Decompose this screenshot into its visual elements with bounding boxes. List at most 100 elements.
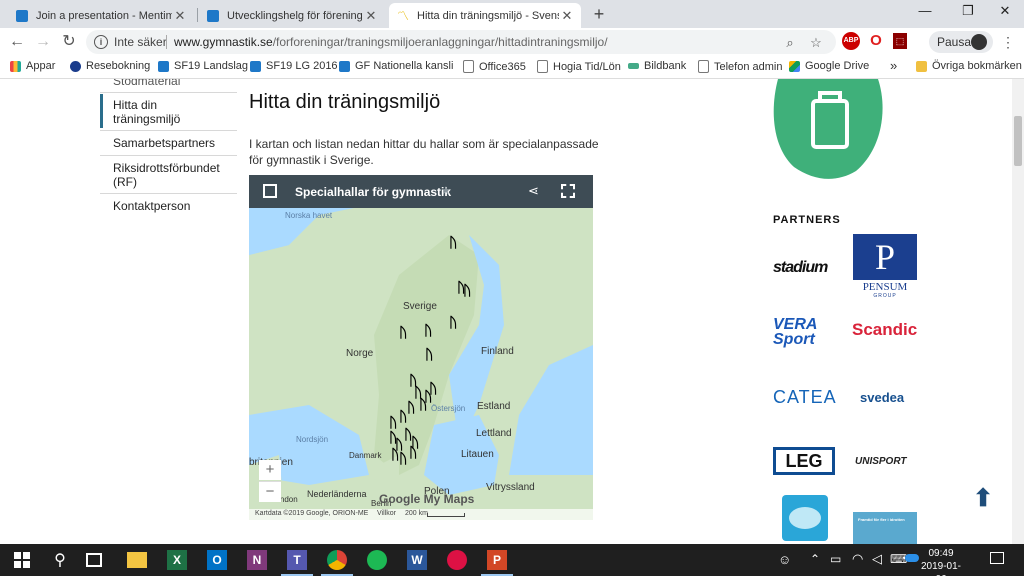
address-bar[interactable]: i Inte säker www.gymnastik.se/forforenin… [86, 30, 836, 54]
bookmark-telefon-admin[interactable]: Telefon admin [698, 60, 783, 73]
gymnast-map-marker-icon[interactable]: ᚢ [429, 381, 437, 395]
word-icon[interactable]: W [407, 550, 427, 570]
battery-icon[interactable]: ▭ [830, 552, 841, 566]
gymnast-map-marker-icon[interactable]: ᚢ [399, 451, 407, 465]
green-bag-badge[interactable] [770, 79, 886, 179]
taskbar-clock[interactable]: 09:49 2019-01-06 [916, 547, 966, 586]
scrollbar-thumb[interactable] [1014, 116, 1022, 166]
wifi-icon[interactable]: ◠ [852, 551, 863, 567]
close-tab-icon[interactable]: ✕ [559, 8, 575, 24]
volume-icon[interactable]: ◁ [872, 551, 882, 567]
map-zoom-out-button[interactable]: − [259, 481, 281, 502]
profile-button[interactable]: Pausad [929, 31, 993, 53]
new-tab-button[interactable]: + [588, 3, 610, 25]
tab-hitta-din-traningsmiljo[interactable]: 〽 Hitta din träningsmiljö - Svenska ✕ [389, 3, 581, 28]
framtid-partner-logo[interactable]: Framtid för fler i idrotten [853, 512, 917, 544]
powerpoint-icon[interactable]: P [481, 550, 513, 576]
sidebar-item-stodmaterial[interactable]: Stödmaterial [113, 79, 180, 88]
gymnast-map-marker-icon[interactable]: ᚢ [399, 325, 407, 339]
bookmark-office365[interactable]: Office365 [463, 60, 526, 73]
gymnast-map-marker-icon[interactable]: ᚢ [463, 283, 471, 297]
close-tab-icon[interactable]: ✕ [363, 8, 379, 24]
tab-mentimeter[interactable]: Join a presentation - Mentimeter ✕ [8, 3, 194, 28]
catea-logo[interactable]: CATEA [773, 387, 837, 408]
more-bookmarks-button[interactable]: » [890, 58, 897, 73]
embedded-map[interactable]: ᚢᚢᚢᚢᚢᚢᚢᚢᚢᚢᚢᚢᚢᚢᚢᚢᚢᚢᚢᚢᚢᚢ Specialhallar för… [249, 175, 593, 520]
app-icon[interactable] [447, 550, 467, 570]
outlook-icon[interactable]: O [207, 550, 227, 570]
svedea-logo[interactable]: svedea [860, 390, 904, 405]
bookmark-sf19-landslag[interactable]: SF19 Landslag [158, 60, 248, 72]
gymnast-map-marker-icon[interactable]: ᚢ [399, 409, 407, 423]
bookmark-google-drive[interactable]: Google Drive [789, 60, 869, 72]
windows-start-icon[interactable] [12, 550, 32, 570]
map-legend-toggle-icon[interactable] [263, 184, 277, 198]
sidebar-item-hitta-din-traningsmiljo[interactable]: Hitta din träningsmiljö [113, 98, 213, 126]
security-label[interactable]: Inte säker [114, 35, 167, 49]
google-drive-icon [789, 60, 800, 72]
map-terms-link[interactable]: Villkor [377, 510, 396, 517]
people-icon[interactable]: ☺ [778, 552, 791, 567]
teams-icon[interactable]: T [281, 550, 313, 576]
onenote-icon[interactable]: N [247, 550, 267, 570]
sidebar-item-kontaktperson[interactable]: Kontaktperson [113, 199, 190, 213]
chrome-icon[interactable] [321, 550, 353, 576]
gymnast-map-marker-icon[interactable]: ᚢ [391, 447, 399, 461]
bookmark-star-icon[interactable]: ☆ [808, 35, 824, 51]
search-icon[interactable]: ⚲ [50, 550, 70, 570]
notifications-icon[interactable] [990, 552, 1004, 564]
gymnast-map-marker-icon[interactable]: ᚢ [389, 415, 397, 429]
show-hidden-icons-icon[interactable]: ⌃ [810, 552, 820, 566]
unisport-logo[interactable]: UNISPORT [855, 456, 907, 467]
stadium-logo[interactable]: stadium [773, 259, 828, 277]
close-tab-icon[interactable]: ✕ [172, 8, 188, 24]
page-icon [698, 60, 709, 73]
info-icon[interactable]: i [94, 35, 108, 49]
bookmark-appar[interactable]: Appar [10, 60, 55, 72]
gymnast-map-marker-icon[interactable]: ᚢ [449, 235, 457, 249]
gymnast-map-marker-icon[interactable]: ᚢ [425, 347, 433, 361]
menu-icon[interactable]: ⋮ [1000, 34, 1016, 50]
pdf-extension-icon[interactable]: ⬚ [893, 33, 907, 49]
bookmark-gf-nationella-kansli[interactable]: GF Nationella kansli [339, 60, 453, 72]
bookmark-resebokning[interactable]: Resebokning [70, 60, 150, 72]
file-explorer-icon[interactable] [127, 552, 147, 568]
forward-button[interactable]: → [32, 31, 54, 53]
tab-utvecklingshelg[interactable]: Utvecklingshelg för föreningar m ✕ [199, 3, 385, 28]
url-text[interactable]: www.gymnastik.se/forforeningar/traningsm… [174, 35, 608, 49]
map-scale-bar [427, 513, 465, 517]
sidebar-item-riksidrottsforbundet[interactable]: Riksidrottsförbundet (RF) [113, 161, 228, 189]
opera-extension-icon[interactable]: O [868, 32, 884, 50]
excel-icon[interactable]: X [167, 550, 187, 570]
blue-partner-logo[interactable] [782, 495, 828, 541]
spotify-icon[interactable] [367, 550, 387, 570]
task-view-icon[interactable] [86, 553, 102, 567]
bookmark-other[interactable]: Övriga bokmärken [916, 60, 1022, 72]
gymnast-map-marker-icon[interactable]: ᚢ [424, 323, 432, 337]
minimize-window-button[interactable]: — [910, 3, 940, 23]
close-window-button[interactable]: ✕ [990, 3, 1020, 23]
back-button[interactable]: ← [6, 31, 28, 53]
fullscreen-icon[interactable] [561, 184, 575, 198]
gymnast-map-marker-icon[interactable]: ᚢ [449, 315, 457, 329]
map-star-icon[interactable]: ★ [441, 184, 451, 197]
scandic-logo[interactable]: Scandic [852, 320, 917, 340]
zoom-icon[interactable]: ⌕ [782, 35, 798, 51]
pensum-logo[interactable]: P PENSUM GROUP [853, 234, 917, 300]
back-to-top-arrow-icon[interactable]: ⬆ [973, 484, 993, 513]
bookmark-bildbank[interactable]: Bildbank [628, 60, 686, 72]
reload-button[interactable]: ↻ [58, 31, 80, 53]
gymnast-map-marker-icon[interactable]: ᚢ [419, 397, 427, 411]
map-zoom-in-button[interactable]: + [259, 460, 281, 480]
share-icon[interactable]: ⋖ [528, 183, 539, 199]
sidebar-item-samarbetspartners[interactable]: Samarbetspartners [113, 136, 215, 150]
bookmark-sf19-lg-2016[interactable]: SF19 LG 2016 [250, 60, 338, 72]
tab-divider [197, 8, 198, 22]
leg-logo[interactable]: LEG [773, 447, 835, 475]
bookmark-hogia[interactable]: Hogia Tid/Lön [537, 60, 621, 73]
restore-window-button[interactable]: ❐ [953, 3, 983, 23]
gymnast-map-marker-icon[interactable]: ᚢ [407, 400, 415, 414]
adblock-extension-icon[interactable]: ABP [842, 32, 860, 50]
gymnast-map-marker-icon[interactable]: ᚢ [409, 445, 417, 459]
vera-sport-logo[interactable]: VERA Sport [773, 317, 839, 348]
